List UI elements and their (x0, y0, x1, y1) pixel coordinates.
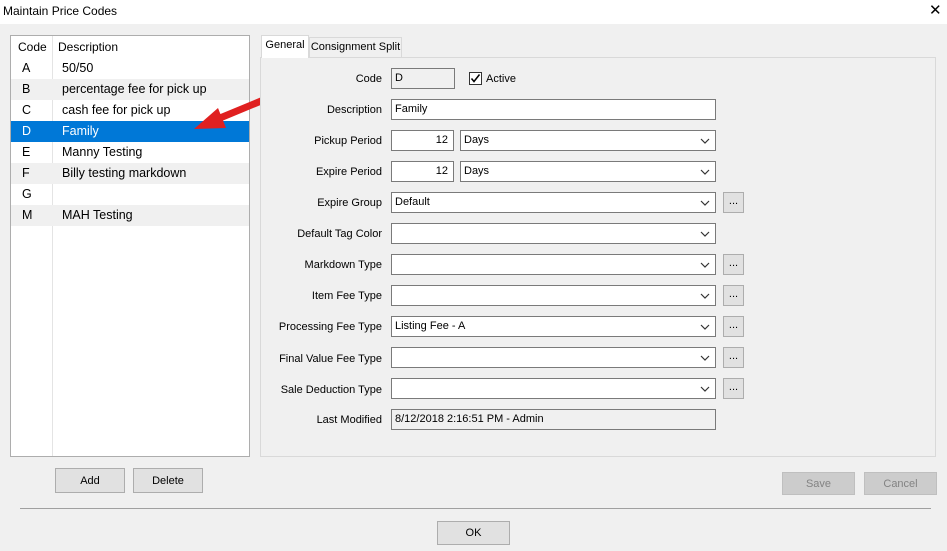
item-fee-type-dropdown[interactable] (391, 285, 716, 306)
dropdown-value: Days (464, 165, 490, 177)
markdown-type-browse-button[interactable]: ... (723, 254, 744, 275)
row-description: Family (62, 124, 99, 138)
row-code: D (22, 124, 32, 138)
expire-group-dropdown[interactable]: Default (391, 192, 716, 213)
chevron-down-icon (700, 262, 710, 268)
close-icon[interactable]: ✕ (929, 1, 942, 21)
dropdown-value: Default (395, 196, 430, 208)
list-row-a[interactable]: A 50/50 (11, 58, 249, 79)
chevron-down-icon (700, 386, 710, 392)
window-title: Maintain Price Codes (3, 4, 118, 18)
row-description: Billy testing markdown (62, 166, 187, 180)
column-header-description[interactable]: Description (58, 40, 118, 54)
list-row-g[interactable]: G (11, 184, 249, 205)
markdown-type-label: Markdown Type (304, 259, 382, 271)
default-tag-color-label: Default Tag Color (297, 228, 382, 240)
sale-deduction-type-label: Sale Deduction Type (280, 384, 382, 396)
active-checkbox[interactable] (469, 72, 482, 85)
row-description: MAH Testing (62, 208, 133, 222)
chevron-down-icon (700, 324, 710, 330)
sale-deduction-type-browse-button[interactable]: ... (723, 378, 744, 399)
expire-group-label: Expire Group (317, 197, 382, 209)
pickup-period-label: Pickup Period (314, 135, 382, 147)
row-code: F (22, 166, 30, 180)
chevron-down-icon (700, 231, 710, 237)
expire-period-field[interactable]: 12 (391, 161, 454, 182)
chevron-down-icon (700, 200, 710, 206)
add-button[interactable]: Add (55, 468, 125, 493)
divider (20, 508, 931, 509)
code-field[interactable]: D (391, 68, 455, 89)
row-code: G (22, 187, 32, 201)
tab-general[interactable]: General (261, 35, 309, 58)
processing-fee-type-dropdown[interactable]: Listing Fee - A (391, 316, 716, 337)
row-description: percentage fee for pick up (62, 82, 207, 96)
pickup-period-field[interactable]: 12 (391, 130, 454, 151)
processing-fee-type-browse-button[interactable]: ... (723, 316, 744, 337)
sale-deduction-type-dropdown[interactable] (391, 378, 716, 399)
title-bar: Maintain Price Codes ✕ (0, 0, 947, 24)
checkmark-icon (470, 74, 481, 83)
code-label: Code (355, 73, 382, 85)
last-modified-label: Last Modified (316, 414, 382, 426)
tab-consignment-split[interactable]: Consignment Split (309, 37, 402, 58)
default-tag-color-dropdown[interactable] (391, 223, 716, 244)
row-description: Manny Testing (62, 145, 143, 159)
processing-fee-type-label: Processing Fee Type (278, 321, 382, 333)
row-code: C (22, 103, 32, 117)
column-header-code[interactable]: Code (18, 40, 47, 54)
final-value-fee-type-label: Final Value Fee Type (279, 353, 382, 365)
final-value-fee-type-dropdown[interactable] (391, 347, 716, 368)
expire-period-label: Expire Period (315, 166, 382, 178)
dropdown-value: Days (464, 134, 490, 146)
delete-button[interactable]: Delete (133, 468, 203, 493)
chevron-down-icon (700, 169, 710, 175)
chevron-down-icon (700, 355, 710, 361)
expire-period-unit-dropdown[interactable]: Days (460, 161, 716, 182)
active-label: Active (486, 73, 516, 85)
ok-button[interactable]: OK (437, 521, 510, 545)
dropdown-value: Listing Fee - A (395, 320, 466, 332)
pickup-period-unit-dropdown[interactable]: Days (460, 130, 716, 151)
list-header: Code Description (11, 36, 249, 58)
chevron-down-icon (700, 138, 710, 144)
save-button[interactable]: Save (782, 472, 855, 495)
cancel-button[interactable]: Cancel (864, 472, 937, 495)
item-fee-type-browse-button[interactable]: ... (723, 285, 744, 306)
row-code: E (22, 145, 31, 159)
list-row-f[interactable]: F Billy testing markdown (11, 163, 249, 184)
chevron-down-icon (700, 293, 710, 299)
expire-group-browse-button[interactable]: ... (723, 192, 744, 213)
row-code: B (22, 82, 31, 96)
list-row-e[interactable]: E Manny Testing (11, 142, 249, 163)
row-description: cash fee for pick up (62, 103, 171, 117)
row-code: A (22, 61, 31, 75)
list-row-m[interactable]: M MAH Testing (11, 205, 249, 226)
last-modified-field: 8/12/2018 2:16:51 PM - Admin (391, 409, 716, 430)
description-field[interactable]: Family (391, 99, 716, 120)
row-code: M (22, 208, 33, 222)
item-fee-type-label: Item Fee Type (311, 290, 382, 302)
final-value-fee-type-browse-button[interactable]: ... (723, 347, 744, 368)
markdown-type-dropdown[interactable] (391, 254, 716, 275)
row-description: 50/50 (62, 61, 94, 75)
description-label: Description (326, 104, 382, 116)
